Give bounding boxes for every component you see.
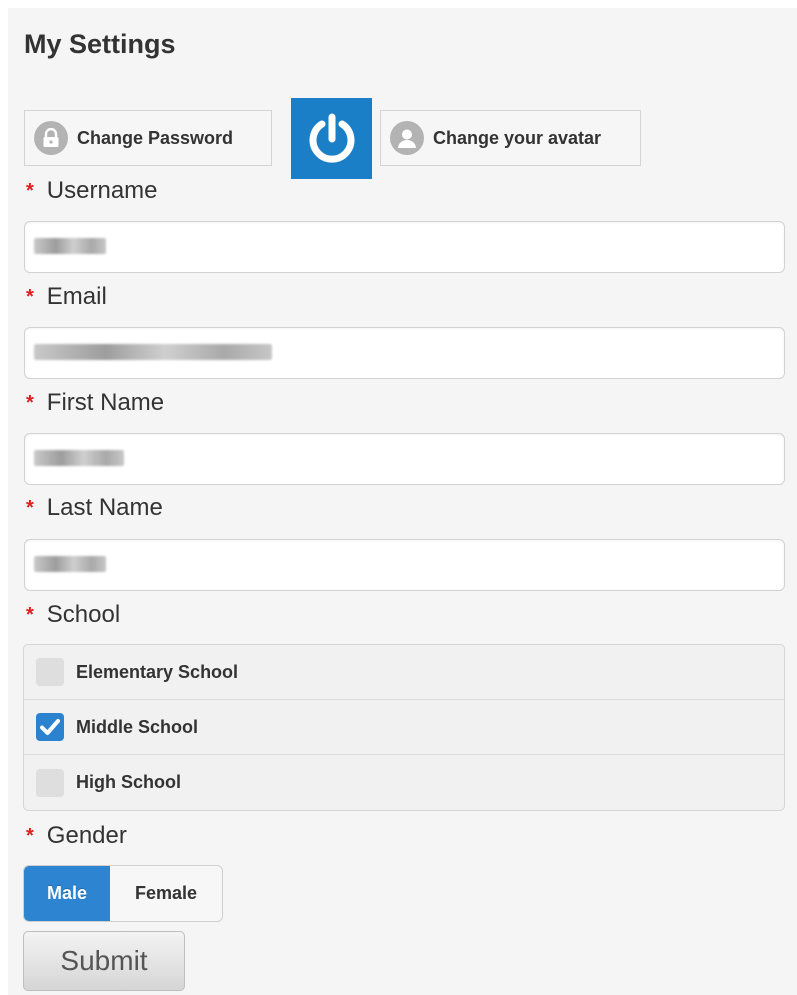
school-option-middle[interactable]: Middle School	[24, 700, 784, 755]
user-icon	[390, 121, 424, 155]
page-title: My Settings	[24, 29, 176, 59]
school-option-elementary[interactable]: Elementary School	[24, 645, 784, 700]
change-password-button[interactable]: Change Password	[24, 110, 272, 166]
first-name-label: * First Name	[26, 389, 165, 416]
change-password-label: Change Password	[77, 127, 234, 148]
redacted-last-name	[34, 556, 106, 572]
submit-button[interactable]: Submit	[23, 931, 185, 991]
gender-toggle: Male Female	[23, 865, 223, 922]
lock-icon	[34, 121, 68, 155]
checkbox[interactable]	[36, 658, 64, 686]
last-name-input[interactable]	[24, 539, 785, 591]
first-name-input[interactable]	[24, 433, 785, 485]
power-icon	[309, 113, 354, 163]
redacted-username	[34, 238, 106, 254]
logout-power-button[interactable]	[291, 98, 372, 179]
gender-female-button[interactable]: Female	[110, 866, 222, 921]
checkbox[interactable]	[36, 768, 64, 797]
last-name-label: * Last Name	[26, 494, 163, 521]
username-label: * Username	[26, 177, 158, 204]
redacted-email	[34, 344, 272, 360]
gender-label: * Gender	[26, 822, 127, 849]
username-input[interactable]	[24, 221, 785, 273]
school-checkbox-group: Elementary School Middle School High Sch…	[23, 644, 785, 811]
checkbox-checked[interactable]	[36, 713, 64, 741]
gender-male-button[interactable]: Male	[24, 866, 110, 921]
school-label: * School	[26, 601, 121, 628]
email-label: * Email	[26, 283, 107, 310]
redacted-first-name	[34, 450, 124, 466]
change-avatar-label: Change your avatar	[433, 127, 602, 148]
change-avatar-button[interactable]: Change your avatar	[380, 110, 641, 166]
checkmark-icon	[40, 719, 60, 735]
school-option-high[interactable]: High School	[24, 755, 784, 810]
